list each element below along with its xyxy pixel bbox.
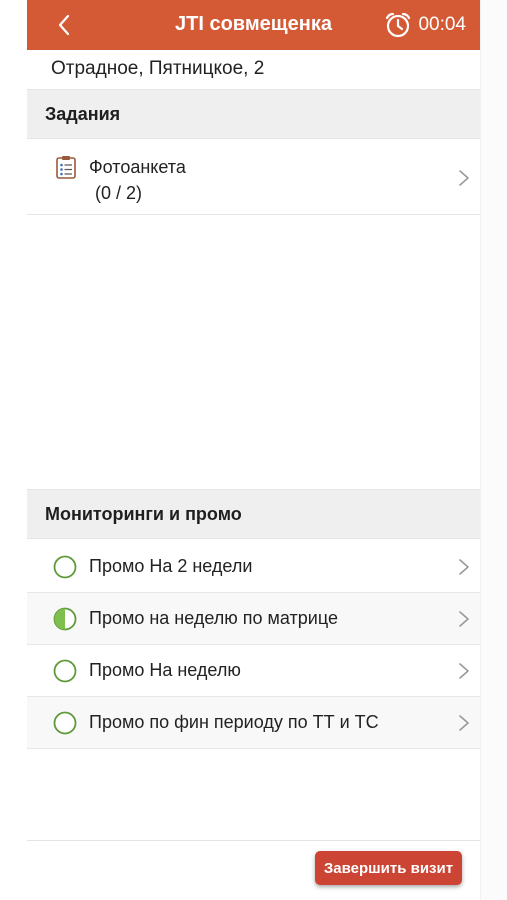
status-empty-circle-icon — [53, 711, 77, 734]
status-half-circle-icon — [53, 607, 77, 630]
visit-timer: 00:04 — [384, 11, 466, 39]
footer-divider — [27, 840, 480, 841]
chevron-right-icon — [459, 170, 469, 186]
monitoring-item-promo-2-weeks[interactable]: Промо На 2 недели — [27, 541, 480, 593]
chevron-right-icon — [459, 558, 469, 575]
monitoring-label: Промо по фин периоду по ТТ и ТС — [89, 712, 379, 732]
monitorings-section-header: Мониторинги и промо — [27, 489, 480, 539]
store-address: Отрадное, Пятницкое, 2 — [51, 58, 265, 79]
finish-visit-button[interactable]: Завершить визит — [315, 851, 462, 885]
chevron-right-icon — [459, 662, 469, 679]
monitoring-item-promo-week[interactable]: Промо На неделю — [27, 645, 480, 697]
task-item-photo-survey[interactable]: Фотоанкета (0 / 2) — [27, 141, 480, 215]
right-margin — [480, 0, 507, 900]
status-empty-circle-icon — [53, 555, 77, 578]
visit-screen: JTI совмещенка 00:04 Отрадное, Пятницкое… — [27, 0, 480, 900]
monitoring-label: Промо На 2 недели — [89, 556, 253, 576]
chevron-right-icon — [459, 610, 469, 627]
monitoring-item-promo-fin-period[interactable]: Промо по фин периоду по ТТ и ТС — [27, 697, 480, 749]
clipboard-icon — [56, 156, 76, 179]
monitoring-item-promo-week-matrix[interactable]: Промо на неделю по матрице — [27, 593, 480, 645]
timer-value: 00:04 — [418, 14, 466, 35]
status-empty-circle-icon — [53, 659, 77, 682]
chevron-right-icon — [459, 714, 469, 731]
monitoring-label: Промо На неделю — [89, 660, 241, 680]
alarm-clock-icon — [386, 12, 411, 38]
task-title: Фотоанкета — [89, 157, 186, 177]
tasks-section-header: Задания — [27, 89, 480, 139]
task-progress: (0 / 2) — [95, 183, 143, 203]
top-bar: JTI совмещенка 00:04 — [27, 0, 480, 50]
left-margin — [0, 0, 27, 900]
monitoring-label: Промо на неделю по матрице — [89, 608, 338, 628]
